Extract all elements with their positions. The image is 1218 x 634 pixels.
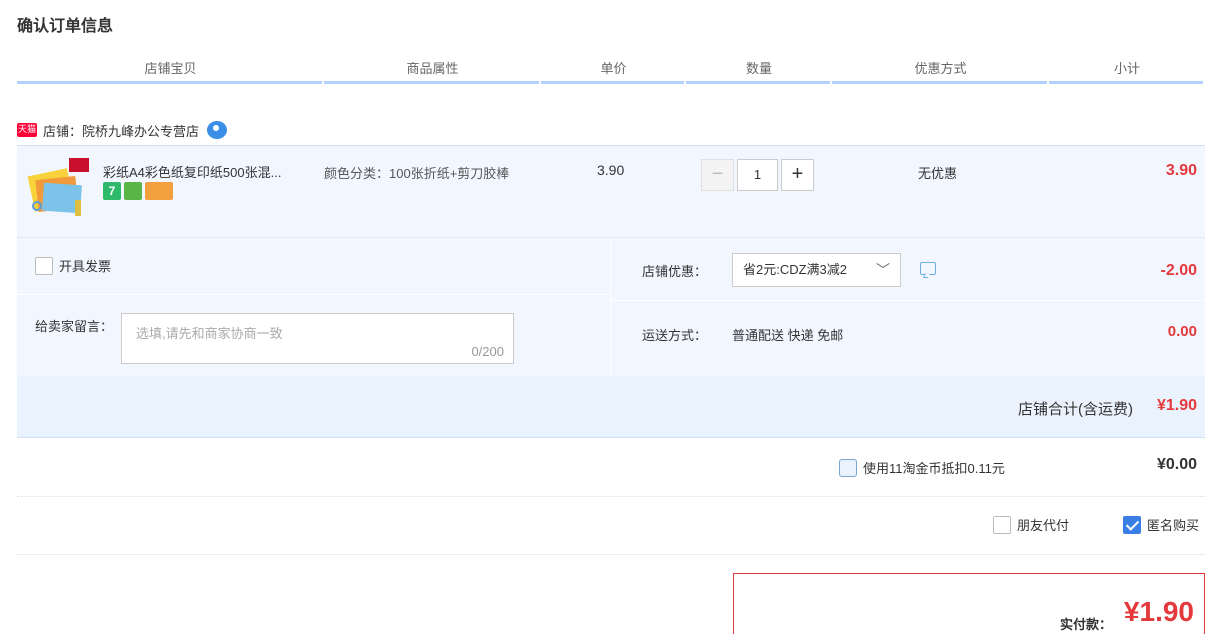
shipping-amount: 0.00 [1167, 323, 1197, 340]
shop-total-label: 店铺合计(含运费) [1018, 401, 1133, 418]
column-header-discount: 优惠方式 [832, 60, 1049, 84]
payment-amount: ¥1.90 [1123, 596, 1194, 627]
service-icons: 7 [103, 182, 173, 200]
column-header-label: 小计 [1113, 61, 1140, 76]
invoice-label: 开具发票 [59, 259, 112, 274]
column-header-subtotal: 小计 [1049, 60, 1205, 84]
message-char-count: 0/200 [471, 344, 504, 359]
wangwang-chat-icon[interactable] [207, 121, 228, 139]
taobao-coin-checkbox[interactable] [839, 458, 857, 477]
chevron-down-icon: ﹀ [876, 262, 890, 278]
column-header-price: 单价 [541, 60, 686, 84]
taobao-coin-label: 使用11淘金币抵扣0.11元 [863, 461, 1005, 476]
shop-coupon-section: 店铺优惠： 省2元:CDZ满3减2 ﹀ -2.00 [610, 238, 1205, 300]
shopping-bag-icon [124, 182, 142, 200]
column-header-label: 数量 [745, 61, 772, 76]
product-image-icon [27, 158, 89, 216]
column-header-label: 商品属性 [406, 61, 459, 76]
column-header-label: 单价 [600, 61, 627, 76]
message-label: 给卖家留言： [35, 319, 114, 334]
invoice-option[interactable]: 开具发票 [35, 256, 111, 275]
shop-coupon-select[interactable]: 省2元:CDZ满3减2 ﹀ [732, 253, 901, 287]
column-header-label: 店铺宝贝 [144, 61, 197, 76]
seller-message-textarea[interactable]: 选填,请先和商家协商一致 0/200 [121, 313, 514, 364]
header-divider [324, 81, 539, 84]
column-header-attribute: 商品属性 [324, 60, 541, 84]
shop-header: 天猫 店铺：院桥九峰办公专营店 [17, 120, 228, 140]
column-header-label: 优惠方式 [914, 61, 967, 76]
tmall-icon: 天猫 [17, 123, 37, 137]
quantity-input[interactable]: 1 [737, 159, 778, 191]
shop-total-amount: ¥1.90 [1156, 397, 1197, 414]
message-section: 给卖家留言： 选填,请先和商家协商一致 0/200 [17, 294, 609, 376]
payment-options-row: 朋友代付 匿名购买 [17, 498, 1205, 555]
order-item-row: 彩纸A4彩色纸复印纸500张混... 7 颜色分类：100张折纸+剪刀胶棒 3.… [17, 145, 1205, 238]
anonymous-purchase-checkbox[interactable] [1123, 515, 1141, 534]
message-placeholder: 选填,请先和商家协商一致 [136, 326, 283, 341]
taobao-coin-amount: ¥0.00 [1156, 456, 1197, 473]
payment-summary-box: 实付款： ¥1.90 [733, 573, 1205, 634]
friend-pay-label: 朋友代付 [1017, 518, 1070, 533]
header-divider [541, 81, 684, 84]
payment-label: 实付款： [1059, 617, 1112, 632]
quantity-stepper: − 1 + [701, 159, 814, 191]
invoice-section: 开具发票 [17, 238, 609, 294]
increase-quantity-button[interactable]: + [781, 159, 814, 191]
product-title[interactable]: 彩纸A4彩色纸复印纸500张混... [103, 162, 313, 181]
anonymous-purchase-option[interactable]: 匿名购买 [1123, 515, 1199, 534]
unit-price: 3.90 [597, 162, 625, 178]
seven-day-return-icon: 7 [103, 182, 121, 200]
shop-coupon-selected: 省2元:CDZ满3减2 [743, 262, 848, 277]
taobao-coin-row: 使用11淘金币抵扣0.11元 ¥0.00 [17, 440, 1205, 497]
anonymous-purchase-label: 匿名购买 [1147, 518, 1200, 533]
shop-name[interactable]: 店铺：院桥九峰办公专营店 [43, 121, 199, 140]
item-discount: 无优惠 [918, 166, 958, 181]
order-extras-panel: 开具发票 给卖家留言： 选填,请先和商家协商一致 0/200 店铺优惠： 省2元… [17, 238, 1205, 376]
product-thumbnail[interactable] [25, 156, 91, 222]
friend-pay-option[interactable]: 朋友代付 [993, 515, 1069, 534]
credit-card-icon [145, 182, 173, 200]
shipping-label: 运送方式： [642, 328, 708, 343]
shop-coupon-label: 店铺优惠： [642, 264, 708, 279]
friend-pay-checkbox[interactable] [993, 515, 1011, 534]
shipping-section: 运送方式： 普通配送 快递 免邮 0.00 [610, 300, 1205, 376]
product-attribute: 颜色分类：100张折纸+剪刀胶棒 [324, 166, 510, 181]
item-subtotal: 3.90 [1165, 162, 1197, 179]
column-header-quantity: 数量 [686, 60, 832, 84]
invoice-checkbox[interactable] [35, 256, 53, 275]
chat-bubble-icon[interactable] [920, 262, 936, 275]
header-divider [832, 81, 1047, 84]
shipping-method: 普通配送 快递 免邮 [732, 328, 844, 343]
shop-total-row: 店铺合计(含运费) ¥1.90 [17, 376, 1205, 438]
column-header-shop-item: 店铺宝贝 [17, 60, 324, 84]
page-title: 确认订单信息 [17, 18, 114, 35]
header-divider [686, 81, 830, 84]
header-divider [17, 81, 322, 84]
taobao-coin-option[interactable]: 使用11淘金币抵扣0.11元 [839, 458, 1005, 477]
shop-coupon-amount: -2.00 [1160, 262, 1197, 279]
decrease-quantity-button[interactable]: − [701, 159, 734, 191]
header-divider [1049, 81, 1203, 84]
